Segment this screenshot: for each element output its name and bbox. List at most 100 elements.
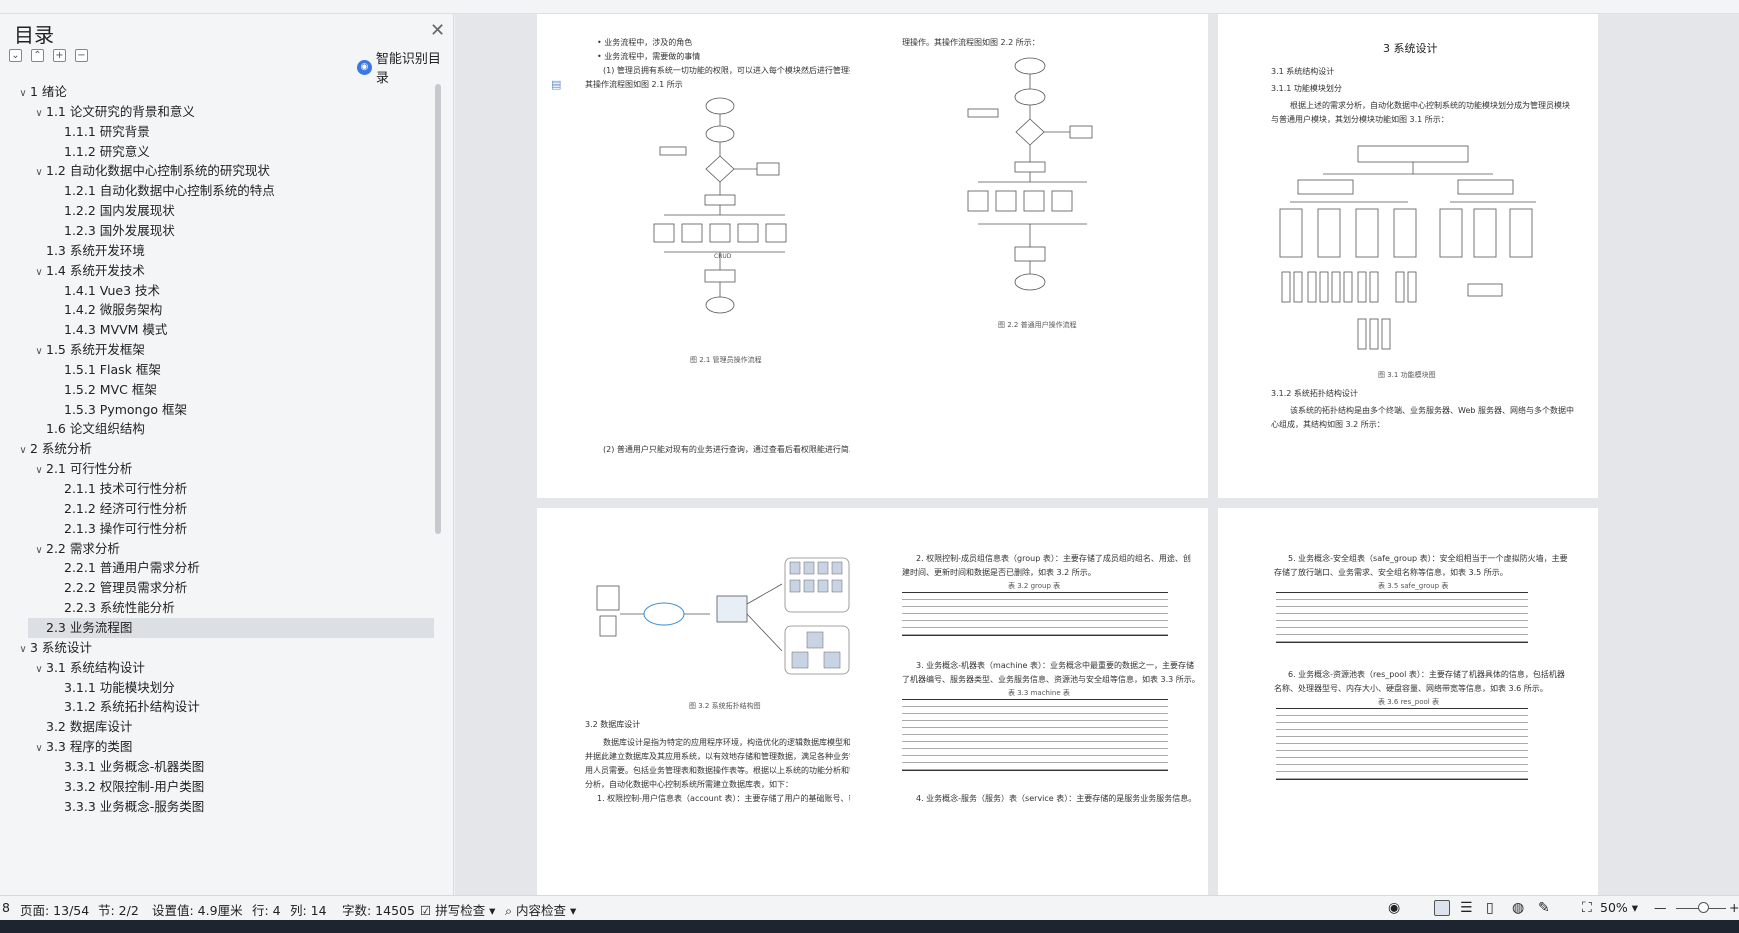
toc-item[interactable]: 1.4.3 MVVM 模式 [0,320,434,340]
toc-item[interactable]: 2.1.2 经济可行性分析 [0,499,434,519]
zoom-value: 50% [1600,900,1628,915]
section-heading: 3.2 数据库设计 [585,720,641,729]
page-4[interactable]: 图 3.2 系统拓扑结构图 3.2 数据库设计 数据库设计是指为特定的应用程序环… [537,508,887,895]
pen-icon[interactable]: ✎ [1538,900,1550,916]
toc-item[interactable]: 2.1.1 技术可行性分析 [0,479,434,499]
toc-item-label: 3.1 系统结构设计 [46,659,145,675]
toc-item[interactable]: 1.5.3 Pymongo 框架 [0,400,434,420]
doc-icon[interactable]: ▤ [551,78,561,91]
toc-item[interactable]: 1.5.1 Flask 框架 [0,360,434,380]
toc-item[interactable]: 1.6 论文组织结构 [0,419,434,439]
taskbar [0,920,1739,933]
add-icon[interactable]: + [53,49,66,62]
zoom-slider-handle[interactable] [1698,902,1709,913]
subsection-heading: 3.1.1 功能模块划分 [1271,84,1342,93]
toc-item[interactable]: ∨ 3.3 程序的类图 [0,737,434,757]
toc-item-label: 2.2.3 系统性能分析 [64,600,175,616]
toc-item[interactable]: ∨ 2.2 需求分析 [0,539,434,559]
smart-recognize-icon: ◉ [357,59,372,75]
toc-item[interactable]: ∨ 1 绪论 [0,82,434,102]
toc-scrollbar[interactable] [435,84,441,534]
toc-item[interactable]: 2.2.2 管理员需求分析 [0,578,434,598]
table-caption: 表 3.3 machine 表 [1008,689,1070,697]
toc-item[interactable]: ∨ 1.5 系统开发框架 [0,340,434,360]
toc-item[interactable]: ∨ 2.1 可行性分析 [0,459,434,479]
web-view-icon[interactable]: ◍ [1512,900,1524,916]
toc-item-label: 1.2.3 国外发展现状 [64,222,175,238]
word-count[interactable]: 字数: 14505 [342,900,415,919]
toc-item[interactable]: 1.3 系统开发环境 [0,241,434,261]
toc-item-label: 2.3 业务流程图 [46,619,133,635]
page-5[interactable]: 2. 权限控制-成员组信息表（group 表）：主要存储了成员组的组名、用途、创… [850,508,1208,895]
paragraph: 建时间、更新时间和数据是否已删除，如表 3.2 所示。 [902,568,1096,577]
read-view-icon[interactable]: ▯ [1486,900,1494,916]
page-view-icon[interactable] [1434,900,1450,916]
toc-item[interactable]: 1.1.2 研究意义 [0,142,434,162]
fit-page-icon[interactable]: ⛶ [1582,900,1592,916]
toc-item[interactable]: ∨ 1.1 论文研究的背景和意义 [0,102,434,122]
toc-item[interactable]: 2.2.3 系统性能分析 [0,598,434,618]
toc-item[interactable]: ∨ 3.1 系统结构设计 [0,658,434,678]
outline-view-icon[interactable]: ☰ [1460,900,1473,916]
setting-value[interactable]: 设置值: 4.9厘米 [152,900,243,919]
zoom-out-button[interactable]: — [1654,900,1667,915]
collapse-all-icon[interactable]: ⌄ [9,49,22,62]
toc-item[interactable]: ∨ 1.2 自动化数据中心控制系统的研究现状 [0,161,434,181]
toc-item-label: 1.5.1 Flask 框架 [64,361,161,377]
bullet-2: • 业务流程中，需要做的事情 [597,52,701,61]
expand-icon[interactable]: ⌃ [31,49,44,62]
toc-item[interactable]: 1.5.2 MVC 框架 [0,380,434,400]
toc-item-label: 1.2.2 国内发展现状 [64,203,175,219]
toc-item-label: 2.2 需求分析 [46,540,120,556]
page-6[interactable]: 5. 业务概念-安全组表（safe_group 表）：安全组相当于一个虚拟防火墙… [1218,508,1598,895]
toc-item[interactable]: 1.2.1 自动化数据中心控制系统的特点 [0,181,434,201]
toc-item[interactable]: 1.2.3 国外发展现状 [0,221,434,241]
res-pool-table [1276,708,1528,780]
paragraph: 根据上述的需求分析，自动化数据中心控制系统的功能模块划分成为管理员模块 [1290,101,1570,110]
toc-item[interactable]: 2.1.3 操作可行性分析 [0,519,434,539]
close-icon[interactable]: ✕ [430,20,445,41]
status-left-number: 8 [2,900,10,915]
toc-item-label: 1.5.2 MVC 框架 [64,381,157,397]
page-3[interactable]: 3 系统设计 3.1 系统结构设计 3.1.1 功能模块划分 根据上述的需求分析… [1218,14,1598,498]
toc-item[interactable]: 3.3.2 权限控制-用户类图 [0,777,434,797]
toc-item[interactable]: 3.3.3 业务概念-服务类图 [0,797,434,817]
paragraph: 1. 权限控制-用户信息表（account 表）：主要存储了用户的基础账号、密码… [597,794,873,803]
page-2[interactable]: 理操作。其操作流程图如图 2.2 所示： 图 2.2 普通用户操作流程 [850,14,1208,498]
toc-item-label: 3.3.3 业务概念-服务类图 [64,798,205,814]
remove-icon[interactable]: − [75,49,88,62]
toc-item[interactable]: 3.2 数据库设计 [0,717,434,737]
page-indicator[interactable]: 页面: 13/54 [20,900,89,919]
section-indicator[interactable]: 节: 2/2 [98,900,139,919]
toc-item[interactable]: 3.1.2 系统拓扑结构设计 [0,697,434,717]
paragraph: 名称、处理器型号、内存大小、硬盘容量、网络带宽等信息，如表 3.6 所示。 [1274,684,1548,693]
eye-icon[interactable]: ◉ [1388,900,1400,916]
figure-caption: 图 2.1 管理员操作流程 [690,356,762,364]
zoom-in-button[interactable]: + [1729,900,1739,915]
toc-item[interactable]: ∨ 2 系统分析 [0,439,434,459]
zoom-level[interactable]: 50% ▾ [1600,900,1638,915]
page-1[interactable]: • 业务流程中，涉及的角色 • 业务流程中，需要做的事情 (1) 管理员拥有系统… [537,14,887,498]
paragraph: 心组成，其结构如图 3.2 所示： [1271,420,1385,429]
spell-check-button[interactable]: ☑ 拼写检查 ▾ [420,900,495,919]
toc-item[interactable]: 3.3.1 业务概念-机器类图 [0,757,434,777]
toc-item[interactable]: 1.1.1 研究背景 [0,122,434,142]
toc-item[interactable]: ∨ 1.4 系统开发技术 [0,261,434,281]
toc-item[interactable]: ∨ 3 系统设计 [0,638,434,658]
toc-item-label: 3.3 程序的类图 [46,739,133,755]
paragraph: 了机器编号、服务器类型、业务服务信息、资源池与安全组等信息，如表 3.3 所示。 [902,675,1200,684]
toc-item-label: 1.2.1 自动化数据中心控制系统的特点 [64,183,275,199]
toc-item[interactable]: 1.4.1 Vue3 技术 [0,281,434,301]
paragraph: 该系统的拓扑结构是由多个终端、业务服务器、Web 服务器、网络与多个数据中 [1290,406,1574,415]
toc-item-label: 2.1.2 经济可行性分析 [64,500,188,516]
content-check-button[interactable]: ⌕ 内容检查 ▾ [505,900,576,919]
toc-item[interactable]: 2.3 业务流程图 [28,617,434,638]
document-canvas[interactable]: • 业务流程中，涉及的角色 • 业务流程中，需要做的事情 (1) 管理员拥有系统… [455,14,1739,895]
flowchart-admin [653,97,787,314]
smart-recognize-toc-button[interactable]: ◉ 智能识别目录 [357,48,453,86]
toc-item[interactable]: 3.1.1 功能模块划分 [0,678,434,698]
toc-item[interactable]: 1.4.2 微服务架构 [0,300,434,320]
toc-item[interactable]: 2.2.1 普通用户需求分析 [0,558,434,578]
toc-item[interactable]: 1.2.2 国内发展现状 [0,201,434,221]
subsection-heading: 3.1.2 系统拓扑结构设计 [1271,389,1358,398]
